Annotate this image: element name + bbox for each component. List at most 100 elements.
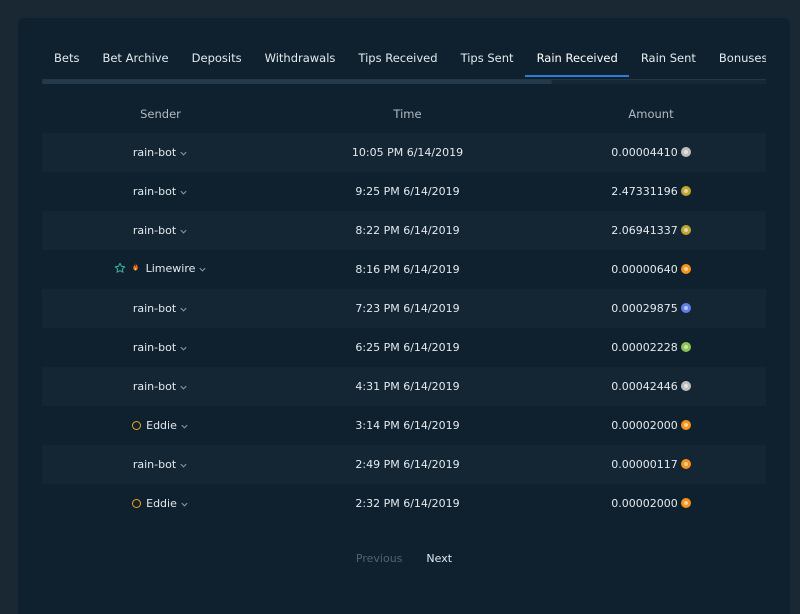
amount-value: 0.00004410 [611, 146, 678, 159]
sender-cell: rain-bot [42, 289, 279, 328]
amount-cell: 0.00000640 [536, 250, 766, 289]
chevron-down-icon[interactable] [180, 421, 189, 430]
amount-cell: 0.00000117 [536, 445, 766, 484]
amount-value: 0.00000640 [611, 263, 678, 276]
sender-name: Eddie [146, 418, 177, 432]
tabs-bar: Bets Bet Archive Deposits Withdrawals Tips R… [42, 44, 766, 80]
doge-coin-icon [680, 225, 691, 235]
amount-cell: 2.47331196 [536, 172, 766, 211]
btc-coin-icon [680, 264, 691, 274]
sender-cell: rain-bot [42, 133, 279, 172]
amount-cell: 0.00002000 [536, 484, 766, 523]
sender-user-menu[interactable]: rain-bot [133, 185, 188, 198]
amount-cell: 0.00002228 [536, 328, 766, 367]
tab-rain-received[interactable]: Rain Received [525, 44, 630, 77]
ring-icon [132, 498, 142, 508]
sender-user-menu[interactable]: Eddie [132, 497, 189, 510]
ltc-coin-icon [680, 381, 691, 391]
time-cell: 8:16 PM 6/14/2019 [279, 250, 536, 289]
time-cell: 9:25 PM 6/14/2019 [279, 172, 536, 211]
sender-user-menu[interactable]: rain-bot [133, 458, 188, 471]
tab-deposits[interactable]: Deposits [180, 44, 253, 77]
amount-value: 0.00029875 [611, 302, 678, 315]
time-cell: 6:25 PM 6/14/2019 [279, 328, 536, 367]
sender-cell: rain-bot [42, 367, 279, 406]
btc-coin-icon [680, 498, 691, 508]
amount-value: 0.00042446 [611, 380, 678, 393]
pagination: Previous Next [42, 552, 766, 565]
tab-tips-received[interactable]: Tips Received [347, 44, 449, 77]
time-cell: 4:31 PM 6/14/2019 [279, 367, 536, 406]
time-cell: 2:32 PM 6/14/2019 [279, 484, 536, 523]
table-row: rain-bot 10:05 PM 6/14/2019 0.00004410 [42, 133, 766, 172]
amount-cell: 0.00004410 [536, 133, 766, 172]
chevron-down-icon[interactable] [179, 226, 188, 235]
previous-button[interactable]: Previous [356, 552, 403, 565]
amount-cell: 0.00042446 [536, 367, 766, 406]
eth-coin-icon [680, 303, 691, 313]
tab-bets[interactable]: Bets [42, 44, 91, 77]
rain-received-table: Sender Time Amount rain-bot 10:05 PM 6/14… [42, 95, 766, 523]
ring-icon [132, 420, 142, 430]
bch-coin-icon [680, 342, 691, 352]
sender-cell: rain-bot [42, 328, 279, 367]
sender-cell: Limewire [42, 250, 279, 289]
sender-name: rain-bot [132, 341, 177, 354]
table-body: rain-bot 10:05 PM 6/14/2019 0.00004410 rain… [42, 133, 766, 523]
chevron-down-icon[interactable] [179, 148, 188, 157]
tab-bet-archive[interactable]: Bet Archive [91, 44, 180, 77]
ltc-coin-icon [680, 147, 691, 157]
table-header-row: Sender Time Amount [42, 95, 766, 133]
amount-value: 2.06941337 [611, 224, 678, 237]
chevron-down-icon[interactable] [179, 382, 188, 391]
tabs-scrollbar-thumb[interactable] [42, 80, 552, 84]
time-cell: 8:22 PM 6/14/2019 [279, 211, 536, 250]
sender-user-menu[interactable]: Limewire [114, 262, 208, 275]
amount-value: 0.00002228 [611, 341, 678, 354]
table-row: rain-bot 7:23 PM 6/14/2019 0.00029875 [42, 289, 766, 328]
sender-user-menu[interactable]: rain-bot [133, 224, 188, 237]
table-row: rain-bot 8:22 PM 6/14/2019 2.06941337 [42, 211, 766, 250]
tab-tips-sent[interactable]: Tips Sent [449, 44, 525, 77]
tab-rain-sent[interactable]: Rain Sent [629, 44, 707, 77]
table-row: Limewire 8:16 PM 6/14/2019 0.00000640 [42, 250, 766, 289]
table-row: rain-bot 6:25 PM 6/14/2019 0.00002228 [42, 328, 766, 367]
amount-cell: 0.00002000 [536, 406, 766, 445]
sender-user-menu[interactable]: rain-bot [133, 341, 188, 354]
time-cell: 10:05 PM 6/14/2019 [279, 133, 536, 172]
sender-name: rain-bot [132, 458, 177, 471]
sender-user-menu[interactable]: rain-bot [133, 146, 188, 159]
flame-icon [130, 262, 141, 274]
chevron-down-icon[interactable] [179, 187, 188, 196]
time-cell: 7:23 PM 6/14/2019 [279, 289, 536, 328]
btc-coin-icon [680, 459, 691, 469]
sender-user-menu[interactable]: rain-bot [133, 380, 188, 393]
amount-value: 2.47331196 [611, 185, 678, 198]
amount-cell: 2.06941337 [536, 211, 766, 250]
sender-cell: Eddie [42, 406, 279, 445]
chevron-down-icon[interactable] [180, 499, 189, 508]
table-row: rain-bot 9:25 PM 6/14/2019 2.47331196 [42, 172, 766, 211]
btc-coin-icon [680, 420, 691, 430]
table-row: Eddie 3:14 PM 6/14/2019 0.00002000 [42, 406, 766, 445]
chevron-down-icon[interactable] [179, 343, 188, 352]
star-icon [114, 262, 126, 274]
amount-value: 0.00002000 [611, 419, 678, 432]
chevron-down-icon[interactable] [179, 460, 188, 469]
next-button[interactable]: Next [426, 552, 452, 565]
tab-bonuses[interactable]: Bonuses [707, 44, 766, 77]
sender-user-menu[interactable]: Eddie [132, 419, 189, 432]
sender-name: rain-bot [132, 380, 177, 393]
sender-cell: rain-bot [42, 211, 279, 250]
time-cell: 2:49 PM 6/14/2019 [279, 445, 536, 484]
sender-cell: rain-bot [42, 172, 279, 211]
tab-withdrawals[interactable]: Withdrawals [253, 44, 347, 77]
tabs-scrollbar[interactable] [42, 80, 766, 84]
table-row: rain-bot 4:31 PM 6/14/2019 0.00042446 [42, 367, 766, 406]
table-row: Eddie 2:32 PM 6/14/2019 0.00002000 [42, 484, 766, 523]
doge-coin-icon [680, 186, 691, 196]
sender-user-menu[interactable]: rain-bot [133, 302, 188, 315]
sender-name: Limewire [145, 261, 196, 275]
chevron-down-icon[interactable] [179, 304, 188, 313]
chevron-down-icon[interactable] [198, 264, 207, 273]
